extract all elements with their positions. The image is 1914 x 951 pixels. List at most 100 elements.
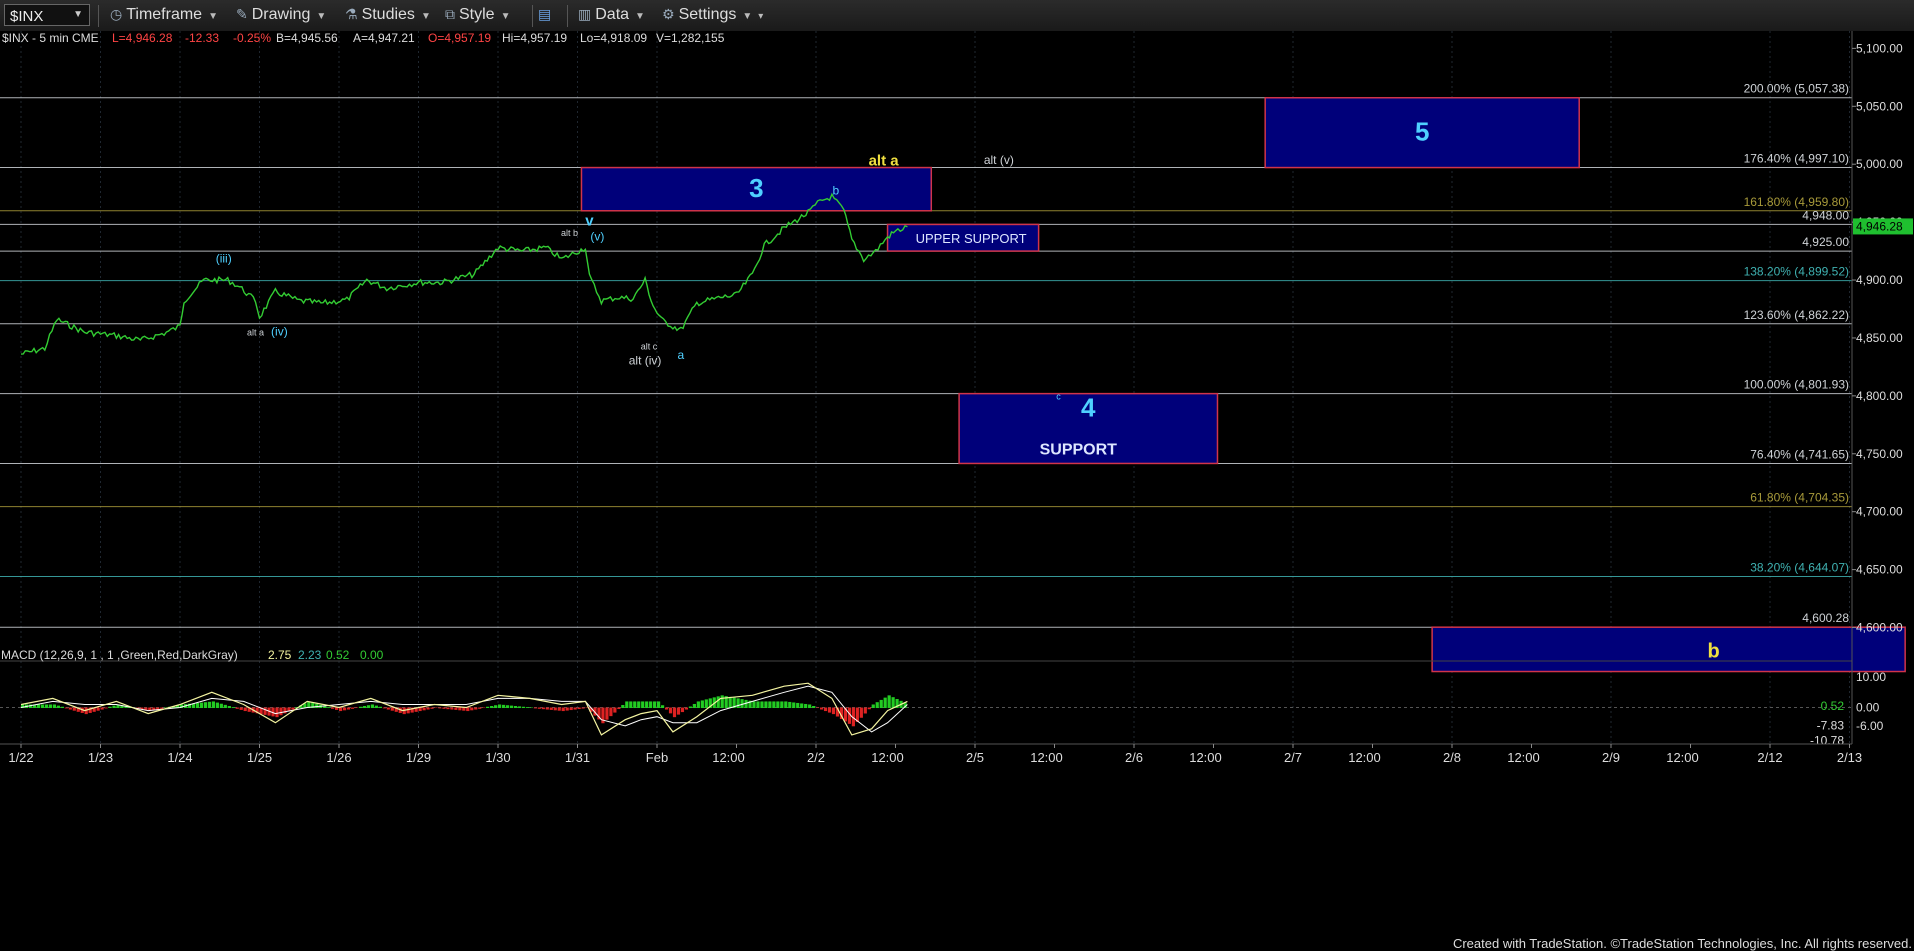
macd-histogram-bar bbox=[366, 705, 371, 709]
macd-histogram-bar bbox=[112, 705, 116, 709]
fib-level-label: 61.80% (4,704.35) bbox=[1750, 491, 1849, 505]
drawing-button[interactable]: ✎ Drawing ▼ bbox=[236, 6, 326, 24]
macd-histogram-bar bbox=[875, 702, 879, 709]
net-change: -12.33 bbox=[185, 31, 219, 45]
x-tick-label: 12:00 bbox=[871, 750, 904, 765]
timeframe-label: Timeframe bbox=[126, 6, 203, 23]
fib-level-label: 200.00% (5,057.38) bbox=[1744, 82, 1849, 96]
macd-histogram-bar bbox=[474, 707, 478, 710]
macd-histogram-bar bbox=[346, 707, 351, 710]
layout-button[interactable]: ▤ bbox=[538, 6, 555, 24]
symbol-input[interactable]: $INX ▼ bbox=[4, 4, 90, 26]
macd-histogram-bar bbox=[728, 696, 732, 709]
macd-histogram-bar bbox=[720, 695, 724, 709]
studies-button[interactable]: ⚗ Studies ▼ bbox=[345, 6, 431, 24]
macd-histogram-bar bbox=[108, 706, 112, 709]
wave-label: alt a bbox=[247, 328, 264, 338]
macd-histogram-bar bbox=[569, 707, 573, 711]
macd-right-label: -10.78 bbox=[1810, 733, 1844, 747]
fib-level-label: 4,925.00 bbox=[1802, 235, 1849, 249]
macd-histogram-bar bbox=[378, 706, 382, 709]
macd-histogram-bar bbox=[462, 707, 466, 711]
x-tick-label: 2/12 bbox=[1757, 750, 1782, 765]
macd-histogram-bar bbox=[442, 707, 446, 709]
macd-histogram-bar bbox=[629, 701, 633, 709]
fib-level-label: 76.40% (4,741.65) bbox=[1750, 447, 1849, 461]
target-box bbox=[1431, 626, 1906, 673]
wave-label: (v) bbox=[590, 230, 604, 244]
macd-histogram-bar bbox=[887, 695, 891, 709]
macd-histogram-bar bbox=[716, 696, 720, 709]
macd-histogram-bar bbox=[486, 706, 490, 709]
macd-histogram-bar bbox=[342, 707, 347, 711]
macd-histogram-bar bbox=[653, 701, 657, 709]
macd-histogram-bar bbox=[688, 706, 692, 709]
data-button[interactable]: ▥ Data ▼ bbox=[578, 6, 645, 24]
macd-histogram-bar bbox=[438, 707, 442, 709]
box-label: 4 bbox=[1081, 393, 1096, 423]
x-tick-label: 2/6 bbox=[1125, 750, 1143, 765]
fib-level-label: 4,948.00 bbox=[1802, 208, 1849, 222]
macd-histogram-bar bbox=[203, 702, 208, 709]
wave-label: a bbox=[678, 348, 685, 362]
style-button[interactable]: ⧉ Style ▼ bbox=[445, 6, 510, 24]
macd-histogram-bar bbox=[374, 705, 378, 709]
y-tick-label: 4,700.00 bbox=[1856, 505, 1903, 519]
macd-histogram-bar bbox=[215, 702, 219, 709]
price-chart[interactable]: 200.00% (5,057.38) 176.40% (4,997.10) 161.… bbox=[0, 31, 1914, 951]
macd-histogram-bar bbox=[490, 706, 494, 709]
high-price: Hi=4,957.19 bbox=[502, 31, 567, 45]
timeframe-button[interactable]: ◷ Timeframe ▼ bbox=[110, 6, 218, 24]
x-tick-label: 1/30 bbox=[485, 750, 510, 765]
style-label: Style bbox=[459, 6, 495, 23]
macd-value: 0.52 bbox=[326, 648, 350, 662]
macd-histogram-bar bbox=[565, 707, 569, 711]
x-tick-label: 2/5 bbox=[966, 750, 984, 765]
open-price: O=4,957.19 bbox=[428, 31, 491, 45]
macd-y-tick-label: 0.00 bbox=[1856, 701, 1880, 715]
wave-label: alt (v) bbox=[984, 153, 1014, 167]
macd-histogram-bar bbox=[657, 701, 661, 709]
y-tick-label: 4,900.00 bbox=[1856, 273, 1903, 287]
macd-histogram-bar bbox=[231, 707, 235, 709]
macd-histogram-bar bbox=[700, 700, 704, 709]
x-tick-label: 1/29 bbox=[406, 750, 431, 765]
macd-histogram-bar bbox=[454, 707, 458, 710]
macd-histogram-bar bbox=[641, 701, 645, 709]
x-tick-label: 12:00 bbox=[1030, 750, 1063, 765]
x-tick-label: 1/23 bbox=[88, 750, 113, 765]
chevron-down-icon: ▼ bbox=[500, 11, 511, 22]
macd-histogram-bar bbox=[406, 707, 410, 714]
macd-histogram-bar bbox=[358, 706, 363, 709]
macd-histogram-bar bbox=[676, 707, 681, 715]
macd-histogram-bar bbox=[450, 707, 454, 710]
chevron-down-icon: ▼ bbox=[420, 11, 431, 22]
y-tick-label: 4,650.00 bbox=[1856, 563, 1903, 577]
wave-label: (iii) bbox=[216, 252, 232, 266]
x-tick-label: 2/13 bbox=[1837, 750, 1862, 765]
macd-histogram-bar bbox=[800, 703, 804, 709]
macd-histogram-bar bbox=[478, 707, 482, 709]
chevron-down-icon[interactable]: ▼ bbox=[73, 9, 83, 20]
wave-label: c bbox=[1056, 391, 1061, 401]
macd-y-tick-label: 10.00 bbox=[1856, 670, 1886, 684]
macd-value: 2.23 bbox=[298, 648, 322, 662]
y-tick-label: 5,100.00 bbox=[1856, 41, 1903, 55]
fib-level-label: 161.80% (4,959.80) bbox=[1744, 195, 1849, 209]
chevron-down-icon: ▼ bbox=[635, 11, 645, 22]
macd-histogram-bar bbox=[279, 707, 283, 716]
wave-label: alt (iv) bbox=[629, 354, 662, 368]
gear-icon: ⚙ bbox=[662, 6, 675, 22]
x-tick-label: 12:00 bbox=[1666, 750, 1699, 765]
macd-histogram-bar bbox=[505, 705, 510, 709]
macd-histogram-bar bbox=[859, 707, 863, 718]
macd-histogram-bar bbox=[501, 704, 506, 709]
macd-histogram-bar bbox=[760, 701, 764, 709]
pct-change: -0.25% bbox=[233, 31, 271, 45]
macd-histogram-bar bbox=[672, 707, 677, 718]
macd-histogram-bar bbox=[275, 707, 279, 718]
settings-button[interactable]: ⚙ Settings ▼ ▾ bbox=[662, 6, 763, 24]
x-tick-label: 2/7 bbox=[1284, 750, 1302, 765]
macd-histogram-bar bbox=[772, 701, 776, 709]
macd-histogram-bar bbox=[64, 707, 68, 709]
